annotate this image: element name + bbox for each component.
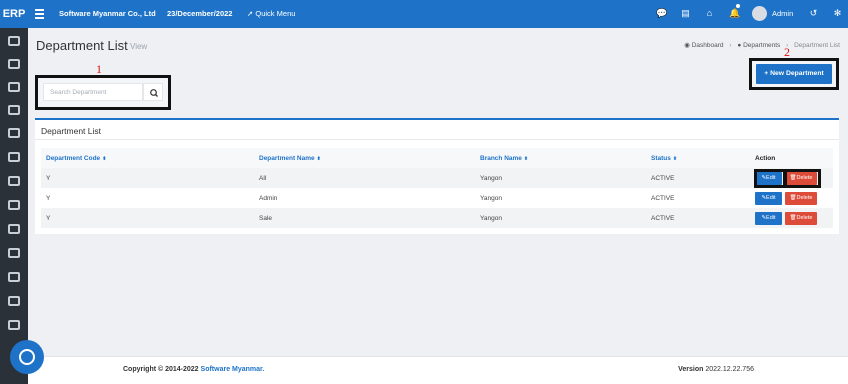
cell-status: ACTIVE bbox=[646, 168, 750, 188]
column-header-status[interactable]: Status ⬍ bbox=[646, 148, 750, 168]
cell-code: Y bbox=[41, 188, 254, 208]
card-divider bbox=[35, 139, 839, 140]
page-title: Department List bbox=[36, 38, 128, 53]
menu-icon[interactable] bbox=[35, 9, 44, 19]
copyright: Copyright © 2014-2022 Software Myanmar. bbox=[123, 366, 265, 373]
cell-name: Admin bbox=[254, 188, 475, 208]
column-header-branch[interactable]: Branch Name ⬍ bbox=[475, 148, 646, 168]
sidebar-calculator-icon[interactable] bbox=[8, 36, 20, 46]
sidebar-diamond-icon[interactable] bbox=[8, 176, 20, 186]
cell-action: ✎Edit 🗑Delete bbox=[750, 168, 833, 188]
version-info: Version 2022.12.22.756 bbox=[678, 366, 754, 373]
sidebar-gear-icon[interactable] bbox=[8, 272, 20, 282]
breadcrumb-current: Department List bbox=[794, 42, 840, 49]
notification-dot bbox=[736, 4, 740, 8]
breadcrumb-dashboard[interactable]: Dashboard bbox=[692, 42, 724, 49]
sidebar-book-icon-2[interactable] bbox=[8, 320, 20, 330]
refresh-icon[interactable]: ↺ bbox=[808, 8, 819, 19]
cell-status: ACTIVE bbox=[646, 208, 750, 228]
delete-button[interactable]: 🗑Delete bbox=[785, 191, 817, 205]
company-link[interactable]: Software Myanmar. bbox=[201, 366, 265, 373]
delete-button[interactable]: 🗑Delete bbox=[785, 171, 817, 185]
sidebar-cart-icon[interactable] bbox=[8, 152, 20, 162]
edit-button[interactable]: ✎Edit bbox=[755, 171, 782, 185]
card-title: Department List bbox=[41, 126, 101, 136]
column-header-name[interactable]: Department Name ⬍ bbox=[254, 148, 475, 168]
column-header-code[interactable]: Department Code ⬍ bbox=[41, 148, 254, 168]
cell-name: All bbox=[254, 168, 475, 188]
table-row: Y All Yangon ACTIVE ✎Edit 🗑Delete bbox=[41, 168, 833, 188]
sidebar bbox=[0, 28, 28, 384]
quick-menu-label: Quick Menu bbox=[255, 9, 296, 18]
cell-code: Y bbox=[41, 168, 254, 188]
breadcrumb-departments[interactable]: Departments bbox=[743, 42, 780, 49]
rocket-icon: ➚ bbox=[247, 9, 254, 18]
gear-icon[interactable]: ✻ bbox=[832, 8, 843, 19]
cell-code: Y bbox=[41, 208, 254, 228]
cell-name: Sale bbox=[254, 208, 475, 228]
sidebar-box-icon[interactable] bbox=[8, 105, 20, 115]
sidebar-card-icon[interactable] bbox=[8, 82, 20, 92]
chat-widget-button[interactable] bbox=[10, 340, 44, 374]
company-name: Software Myanmar Co., Ltd bbox=[59, 9, 156, 18]
breadcrumb: ◉ Dashboard › ● Departments › Department… bbox=[684, 42, 840, 49]
sidebar-book-icon[interactable] bbox=[8, 296, 20, 306]
sidebar-clipboard-icon[interactable] bbox=[8, 128, 20, 138]
cell-status: ACTIVE bbox=[646, 188, 750, 208]
brand-logo[interactable]: ERP bbox=[0, 0, 28, 28]
document-icon[interactable]: ▤ bbox=[680, 8, 691, 19]
cell-branch: Yangon bbox=[475, 208, 646, 228]
search-icon bbox=[150, 89, 158, 97]
top-bar: ERP Software Myanmar Co., Ltd 23/Decembe… bbox=[0, 0, 848, 28]
delete-button[interactable]: 🗑Delete bbox=[785, 211, 817, 225]
sort-icon: ⬍ bbox=[672, 155, 678, 162]
cell-branch: Yangon bbox=[475, 188, 646, 208]
current-date: 23/December/2022 bbox=[167, 9, 233, 18]
cell-action: ✎Edit 🗑Delete bbox=[750, 208, 833, 228]
home-icon[interactable]: ⌂ bbox=[704, 8, 715, 19]
table-row: Y Admin Yangon ACTIVE ✎Edit 🗑Delete bbox=[41, 188, 833, 208]
sort-icon: ⬍ bbox=[316, 155, 321, 162]
chat-bubble-icon bbox=[19, 349, 35, 365]
page-subtitle: View bbox=[130, 42, 148, 51]
dashboard-icon: ◉ bbox=[684, 42, 690, 49]
chat-icon[interactable]: 💬 bbox=[656, 8, 667, 19]
edit-button[interactable]: ✎Edit bbox=[755, 191, 782, 205]
cell-branch: Yangon bbox=[475, 168, 646, 188]
sidebar-bar-chart-icon[interactable] bbox=[8, 224, 20, 234]
search-input[interactable] bbox=[43, 83, 143, 101]
sort-icon: ⬍ bbox=[102, 155, 107, 162]
avatar[interactable] bbox=[752, 6, 767, 21]
cell-action: ✎Edit 🗑Delete bbox=[750, 188, 833, 208]
edit-button[interactable]: ✎Edit bbox=[755, 211, 782, 225]
bell-icon[interactable]: 🔔 bbox=[729, 8, 740, 19]
search-button[interactable] bbox=[143, 83, 163, 101]
quick-menu-link[interactable]: ➚ Quick Menu bbox=[247, 9, 295, 18]
sort-icon: ⬍ bbox=[523, 155, 529, 162]
column-header-action: Action bbox=[750, 148, 833, 168]
footer: Copyright © 2014-2022 Software Myanmar. … bbox=[28, 356, 848, 384]
sidebar-money-icon[interactable] bbox=[8, 248, 20, 258]
user-name[interactable]: Admin bbox=[772, 9, 793, 18]
table-row: Y Sale Yangon ACTIVE ✎Edit 🗑Delete bbox=[41, 208, 833, 228]
department-table: Department Code ⬍ Department Name ⬍ Branch… bbox=[41, 148, 833, 228]
new-department-button[interactable]: + New Department bbox=[756, 64, 832, 84]
sidebar-users-icon[interactable] bbox=[8, 200, 20, 210]
sidebar-chart-icon[interactable] bbox=[8, 59, 20, 69]
user-icon: ● bbox=[737, 42, 742, 49]
